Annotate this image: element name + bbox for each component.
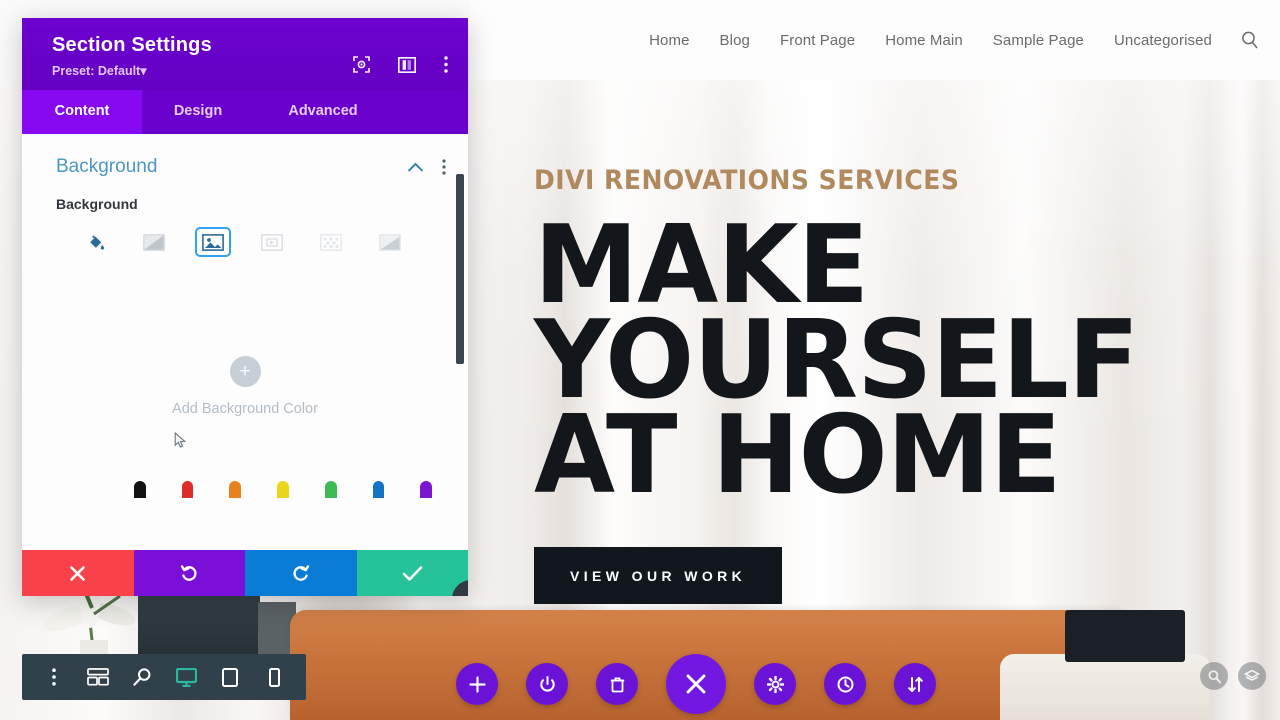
background-color-icon[interactable] [80, 230, 110, 254]
undo-button[interactable] [133, 550, 245, 596]
nav-item-home-main[interactable]: Home Main [885, 32, 963, 49]
wireframe-view-icon[interactable] [76, 654, 120, 700]
panel-body: Background Background + Add Background C… [22, 134, 468, 550]
panel-scrollbar[interactable] [456, 174, 464, 364]
panel-action-bar [22, 550, 468, 596]
background-gradient-icon[interactable] [139, 230, 169, 254]
panel-preset-label: Preset: Default [52, 64, 141, 78]
toggle-builder-button[interactable] [526, 663, 568, 705]
background-section-options-icon[interactable] [442, 159, 446, 175]
add-background-color-button[interactable]: + [229, 356, 261, 387]
background-pattern-icon[interactable] [316, 230, 346, 254]
panel-header: Section Settings Preset: Default▾ [22, 18, 468, 90]
save-changes-button[interactable] [356, 550, 468, 596]
more-options-icon[interactable] [32, 654, 76, 700]
layers-icon[interactable] [1238, 662, 1266, 690]
nav-item-uncategorised[interactable]: Uncategorised [1114, 32, 1212, 49]
nav-item-blog[interactable]: Blog [720, 32, 750, 49]
hero-headline: MAKE YOURSELF AT HOME [534, 203, 1258, 519]
tablet-view-icon[interactable] [208, 654, 252, 700]
search-icon[interactable] [1238, 28, 1262, 52]
background-type-toggle-group [22, 212, 468, 257]
panel-preset-caret: ▾ [140, 64, 147, 78]
background-section-header: Background [22, 134, 468, 178]
add-background-color-label: Add Background Color [172, 401, 318, 417]
site-navigation: Home Blog Front Page Home Main Sample Pa… [470, 0, 1280, 80]
trash-button[interactable] [596, 663, 638, 705]
background-mask-icon[interactable] [375, 230, 405, 254]
responsive-view-toolbar [22, 654, 306, 700]
furniture-dark-2 [258, 602, 296, 662]
settings-button[interactable] [754, 663, 796, 705]
nav-item-home[interactable]: Home [649, 32, 689, 49]
panel-tabs: Content Design Advanced [22, 90, 468, 134]
history-button[interactable] [824, 663, 866, 705]
tab-design[interactable]: Design [142, 90, 254, 134]
portability-button[interactable] [894, 663, 936, 705]
add-section-button[interactable] [456, 663, 498, 705]
phone-view-icon[interactable] [252, 654, 296, 700]
close-menu-button[interactable] [666, 654, 726, 714]
background-image-icon[interactable] [195, 227, 231, 257]
desktop-view-icon[interactable] [164, 654, 208, 700]
hero-headline-line2: AT HOME [534, 393, 1062, 519]
tab-content[interactable]: Content [22, 90, 142, 134]
view-our-work-button[interactable]: VIEW OUR WORK [534, 547, 783, 605]
chevron-up-icon[interactable] [407, 162, 424, 173]
nav-item-front-page[interactable]: Front Page [780, 32, 855, 49]
furniture-dark [138, 586, 260, 662]
tv-unit [1065, 610, 1185, 662]
discard-changes-button[interactable] [22, 550, 134, 596]
kebab-menu-icon[interactable] [444, 56, 448, 73]
focus-target-icon[interactable] [353, 56, 370, 73]
screen: Home Blog Front Page Home Main Sample Pa… [0, 0, 1280, 720]
bottom-right-tools [1200, 662, 1266, 690]
nav-list: Home Blog Front Page Home Main Sample Pa… [649, 32, 1212, 49]
divi-builder-menu [456, 654, 936, 714]
background-field-label: Background [56, 196, 138, 212]
redo-button[interactable] [245, 550, 357, 596]
panel-header-icons [353, 56, 448, 73]
hero-content: DIVI RENOVATIONS SERVICES MAKE YOURSELF … [534, 165, 1280, 605]
panel-layout-icon[interactable] [398, 56, 416, 73]
zoom-out-view-icon[interactable] [120, 654, 164, 700]
background-empty-state: + Add Background Color [22, 294, 468, 550]
hero-eyebrow: DIVI RENOVATIONS SERVICES [534, 165, 960, 196]
hero-headline-line1: MAKE YOURSELF [534, 203, 1139, 424]
tab-advanced[interactable]: Advanced [254, 90, 392, 134]
background-section-title[interactable]: Background [56, 156, 407, 178]
zoom-icon[interactable] [1200, 662, 1228, 690]
panel-title: Section Settings [52, 34, 212, 56]
section-settings-panel: Section Settings Preset: Default▾ Conten… [22, 18, 468, 596]
cushion [1000, 654, 1210, 720]
nav-item-sample-page[interactable]: Sample Page [993, 32, 1084, 49]
background-video-icon[interactable] [257, 230, 287, 254]
